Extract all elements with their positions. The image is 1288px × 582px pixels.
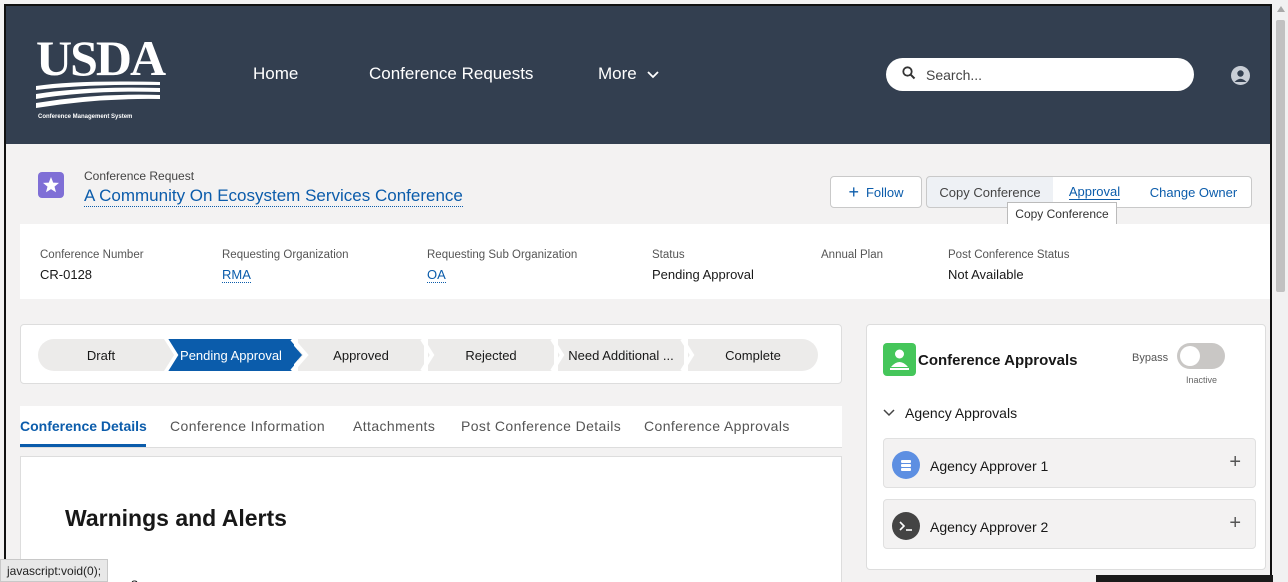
- nav-more-label: More: [598, 64, 637, 83]
- approver-item[interactable]: Agency Approver 2 +: [883, 499, 1256, 549]
- warnings-heading: Warnings and Alerts: [65, 505, 287, 531]
- scroll-up-arrow-icon[interactable]: [1277, 6, 1285, 12]
- path-step-complete[interactable]: Complete: [688, 339, 818, 371]
- logo-caption: Conference Management System: [38, 114, 133, 120]
- nav-more[interactable]: More: [598, 64, 660, 84]
- record-header: Conference Request A Community On Ecosys…: [20, 144, 1270, 299]
- field-label: Status: [652, 249, 685, 261]
- field-value: Not Available: [948, 267, 1024, 282]
- star-icon: [38, 172, 64, 198]
- chevron-down-icon: [647, 71, 660, 79]
- record-object-type: Conference Request: [84, 169, 195, 183]
- highlights-panel: Conference Number CR-0128 Requesting Org…: [20, 224, 1270, 299]
- field-label: Requesting Organization: [222, 249, 349, 261]
- follow-button[interactable]: + Follow: [830, 176, 922, 208]
- approvals-title: Conference Approvals: [918, 352, 1078, 369]
- tab-conference-details[interactable]: Conference Details: [20, 418, 147, 434]
- field-value-link[interactable]: OA: [427, 267, 446, 283]
- scrollbar-thumb[interactable]: [1276, 20, 1285, 292]
- tab-attachments[interactable]: Attachments: [353, 418, 435, 434]
- tab-conference-information[interactable]: Conference Information: [170, 418, 325, 434]
- partial-section-text: s: [131, 575, 138, 582]
- plus-icon: +: [848, 181, 859, 202]
- field-label: Post Conference Status: [948, 249, 1070, 261]
- logo-waves-icon: [36, 81, 160, 108]
- logo-text: USDA: [36, 30, 166, 86]
- tab-post-conference-details[interactable]: Post Conference Details: [461, 418, 621, 434]
- usda-logo[interactable]: USDA Conference Management System: [36, 30, 166, 122]
- approval-person-icon: [883, 343, 916, 376]
- field-post-conference-status: Post Conference Status Not Available: [948, 249, 1069, 282]
- add-icon[interactable]: +: [1229, 512, 1241, 535]
- active-tab-indicator: [20, 444, 146, 447]
- field-requesting-organization: Requesting Organization RMA: [222, 249, 349, 284]
- copy-conference-tooltip: Copy Conference: [1007, 202, 1117, 225]
- app-frame: USDA Conference Management System Home C…: [4, 4, 1272, 582]
- browser-status-bar: javascript:void(0);: [0, 559, 109, 582]
- path-step-draft[interactable]: Draft: [38, 339, 164, 371]
- field-conference-number: Conference Number CR-0128: [40, 249, 144, 282]
- tab-bar: Conference Details Conference Informatio…: [20, 406, 842, 448]
- field-value: Pending Approval: [652, 267, 754, 282]
- field-requesting-sub-organization: Requesting Sub Organization OA: [427, 249, 577, 284]
- global-header: USDA Conference Management System Home C…: [6, 6, 1270, 144]
- bypass-toggle[interactable]: [1177, 343, 1225, 369]
- toggle-knob: [1180, 346, 1200, 366]
- overlay-edge: [1096, 575, 1273, 582]
- tab-conference-approvals[interactable]: Conference Approvals: [644, 418, 790, 434]
- change-owner-button[interactable]: Change Owner: [1136, 176, 1252, 208]
- field-annual-plan: Annual Plan: [821, 249, 883, 267]
- bypass-state: Inactive: [1186, 375, 1218, 385]
- bypass-label: Bypass: [1132, 352, 1169, 364]
- agency-approvals-section-toggle[interactable]: Agency Approvals: [883, 405, 1017, 421]
- queue-icon: [892, 451, 920, 479]
- approver-name: Agency Approver 1: [930, 458, 1049, 474]
- approver-name: Agency Approver 2: [930, 519, 1049, 535]
- chevron-down-icon: [883, 409, 895, 417]
- field-value: CR-0128: [40, 267, 93, 282]
- nav-conference-requests[interactable]: Conference Requests: [369, 64, 533, 84]
- field-status: Status Pending Approval: [652, 249, 754, 282]
- global-search[interactable]: [886, 58, 1194, 91]
- record-title-bar: Conference Request A Community On Ecosys…: [20, 144, 1270, 225]
- path-steps: Draft Pending Approval Approved Rejected…: [38, 339, 822, 371]
- status-path: Draft Pending Approval Approved Rejected…: [20, 324, 842, 384]
- field-label: Conference Number: [40, 249, 144, 261]
- terminal-icon: [892, 512, 920, 540]
- approver-item[interactable]: Agency Approver 1 +: [883, 438, 1256, 488]
- field-label: Requesting Sub Organization: [427, 249, 578, 261]
- record-title[interactable]: A Community On Ecosystem Services Confer…: [84, 186, 463, 207]
- nav-home[interactable]: Home: [253, 64, 298, 84]
- follow-label: Follow: [865, 184, 904, 200]
- approval-label: Approval: [1068, 184, 1121, 200]
- path-step-pending-approval[interactable]: Pending Approval: [168, 339, 294, 371]
- add-icon[interactable]: +: [1229, 451, 1241, 474]
- field-label: Annual Plan: [821, 249, 884, 261]
- page-scrollbar[interactable]: [1273, 0, 1288, 582]
- path-step-need-additional[interactable]: Need Additional ...: [558, 339, 684, 371]
- user-icon: [1234, 70, 1247, 82]
- section-label: Agency Approvals: [905, 405, 1018, 421]
- tab-content: Warnings and Alerts s: [20, 456, 842, 582]
- field-value-link[interactable]: RMA: [222, 267, 251, 283]
- search-input[interactable]: [926, 64, 1176, 85]
- path-step-rejected[interactable]: Rejected: [428, 339, 554, 371]
- user-avatar-icon[interactable]: [1231, 66, 1250, 85]
- conference-approvals-card: Conference Approvals Bypass Inactive Age…: [866, 324, 1266, 570]
- search-icon: [902, 66, 916, 80]
- record-tabs-area: Conference Details Conference Informatio…: [20, 406, 842, 582]
- path-step-approved[interactable]: Approved: [298, 339, 424, 371]
